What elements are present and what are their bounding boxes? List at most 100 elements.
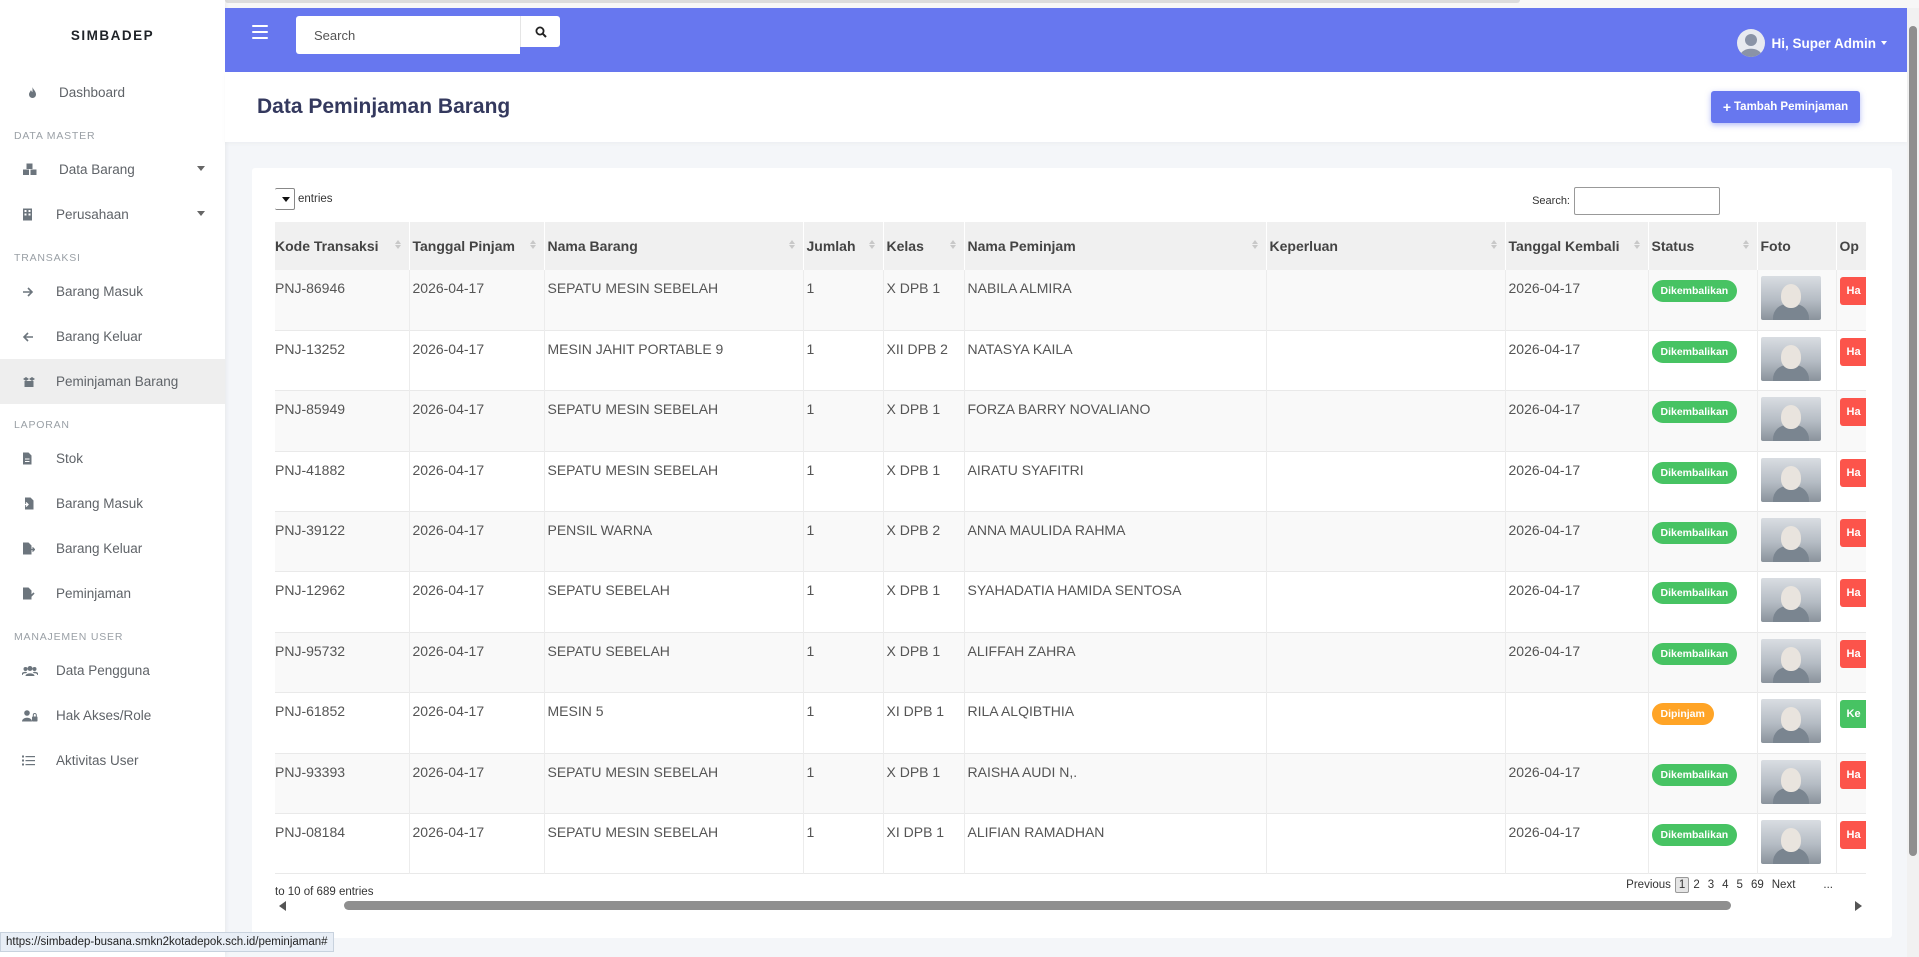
kode-transaksi-cell: PNJ-12962 [275,571,410,633]
hapus-button[interactable]: Ha [1839,821,1866,850]
sidebar-item-label: Hak Akses/Role [56,708,152,723]
navbar-search-input[interactable] [296,16,520,54]
table-row: PNJ-95732 2026-04-17 SEPATU SEBELAH 1 X DPB … [275,632,1866,693]
column-header[interactable]: Nama Peminjam [964,222,1267,270]
sidebar-item-aktivitas-user[interactable]: Aktivitas User [0,738,225,783]
user-dropdown[interactable]: Hi, Super Admin [1737,29,1887,57]
column-header[interactable]: Kelas [883,222,965,270]
borrower-photo[interactable] [1760,397,1821,442]
tanggal-kembali-cell: 2026-04-17 [1505,451,1649,512]
page-vertical-scrollbar[interactable] [1907,8,1919,957]
sidebar-item-barang-masuk[interactable]: Barang Masuk [0,269,225,314]
navbar-search-button[interactable] [520,16,560,47]
borrower-photo[interactable] [1760,759,1821,804]
list-icon [22,755,56,766]
column-header[interactable]: Kode Transaksi [275,222,410,270]
table-search-label: Search: [1532,195,1570,207]
column-header-label: Kode Transaksi [275,238,379,254]
tanggal-kembali-cell: 2026-04-17 [1505,571,1649,633]
borrower-photo[interactable] [1760,638,1821,683]
sidebar-item-data-barang[interactable]: Data Barang [0,147,225,192]
hapus-button[interactable]: Ha [1839,398,1866,427]
column-header[interactable]: Tanggal Kembali [1505,222,1649,270]
entries-label: entries [298,193,333,205]
sort-icon [1633,240,1640,249]
tanggal-pinjam-cell: 2026-04-17 [409,692,545,754]
table-search-input[interactable] [1574,187,1720,215]
hapus-button[interactable]: Ha [1839,760,1866,789]
sidebar-item-barang-keluar[interactable]: Barang Keluar [0,314,225,359]
hapus-button[interactable]: Ha [1839,639,1866,668]
pagination-page[interactable]: 3 [1704,879,1718,891]
hapus-button[interactable]: Ha [1839,519,1866,548]
pagination-page[interactable]: 4 [1718,879,1732,891]
entries-select[interactable] [275,188,295,210]
hapus-button[interactable]: Ha [1839,579,1866,608]
column-header[interactable]: Status [1648,222,1758,270]
column-header[interactable]: Tanggal Pinjam [409,222,545,270]
foto-cell [1757,632,1837,693]
nama-barang-cell: SEPATU SEBELAH [544,632,804,693]
pagination-page[interactable]: 5 [1733,879,1747,891]
borrower-photo[interactable] [1760,578,1821,623]
jumlah-cell: 1 [803,813,884,874]
sidebar-item-hak-akses[interactable]: Hak Akses/Role [0,693,225,738]
column-header[interactable]: Nama Barang [544,222,804,270]
keperluan-cell [1266,571,1506,633]
kode-transaksi-cell: PNJ-85949 [275,390,410,452]
sidebar-item-laporan-barang-keluar[interactable]: Barang Keluar [0,526,225,571]
column-header[interactable]: Keperluan [1266,222,1506,270]
status-cell: Dikembalikan [1648,330,1758,391]
tanggal-pinjam-cell: 2026-04-17 [409,390,545,452]
pagination-previous[interactable]: Previous [1622,879,1675,891]
brand-logo[interactable]: SIMBADEP [0,0,225,70]
foto-cell [1757,813,1837,874]
tanggal-pinjam-cell: 2026-04-17 [409,813,545,874]
nama-peminjam-cell: NABILA ALMIRA [964,270,1267,331]
sidebar-item-laporan-barang-masuk[interactable]: Barang Masuk [0,481,225,526]
sidebar-item-peminjaman-barang[interactable]: Peminjaman Barang [0,359,225,404]
borrower-photo[interactable] [1760,518,1821,563]
hapus-button[interactable]: Ha [1839,277,1866,305]
option-cell: Ha [1836,632,1866,693]
pagination-page[interactable]: 69 [1747,879,1768,891]
file-icon [22,452,56,465]
table-info: to 10 of 689 entries [275,886,374,898]
foto-cell [1757,753,1837,814]
nama-barang-cell: SEPATU MESIN SEBELAH [544,813,804,874]
keperluan-cell [1266,330,1506,391]
table-horizontal-scrollbar[interactable] [275,898,1866,912]
sidebar-item-stok[interactable]: Stok [0,436,225,481]
jumlah-cell: 1 [803,511,884,572]
hapus-button[interactable]: Ha [1839,337,1866,366]
scroll-left-arrow-icon[interactable] [279,901,286,911]
scroll-thumb[interactable] [344,901,1731,910]
borrower-photo[interactable] [1760,336,1821,381]
hapus-button[interactable]: Ha [1839,458,1866,487]
sidebar-item-perusahaan[interactable]: Perusahaan [0,192,225,237]
column-header[interactable]: Op [1836,222,1866,270]
sidebar-item-data-pengguna[interactable]: Data Pengguna [0,648,225,693]
pagination-page[interactable]: 1 [1674,877,1690,893]
tanggal-pinjam-cell: 2026-04-17 [409,330,545,391]
add-peminjaman-button[interactable]: + Tambah Peminjaman [1711,91,1860,123]
column-header[interactable]: Foto [1757,222,1837,270]
borrower-photo[interactable] [1760,457,1821,502]
menu-header-transaksi: TRANSAKSI [14,252,81,264]
pagination-ellipsis: ... [1823,879,1833,891]
sidebar-item-laporan-peminjaman[interactable]: Peminjaman [0,571,225,616]
column-header[interactable]: Jumlah [803,222,884,270]
section-header: Data Peminjaman Barang + Tambah Peminjam… [225,72,1907,142]
scroll-right-arrow-icon[interactable] [1855,901,1862,911]
hamburger-menu-icon[interactable] [252,25,268,39]
pagination-page[interactable]: 2 [1689,879,1703,891]
status-cell: Dikembalikan [1648,813,1758,874]
tanggal-pinjam-cell: 2026-04-17 [409,753,545,814]
borrower-photo[interactable] [1760,699,1821,744]
pagination-next[interactable]: Next [1768,879,1800,891]
borrower-photo[interactable] [1760,820,1821,865]
kembalikan-button[interactable]: Ke [1839,700,1866,729]
sidebar-item-dashboard[interactable]: Dashboard [0,70,225,115]
borrower-photo[interactable] [1760,276,1821,320]
sort-icon [1251,240,1258,249]
